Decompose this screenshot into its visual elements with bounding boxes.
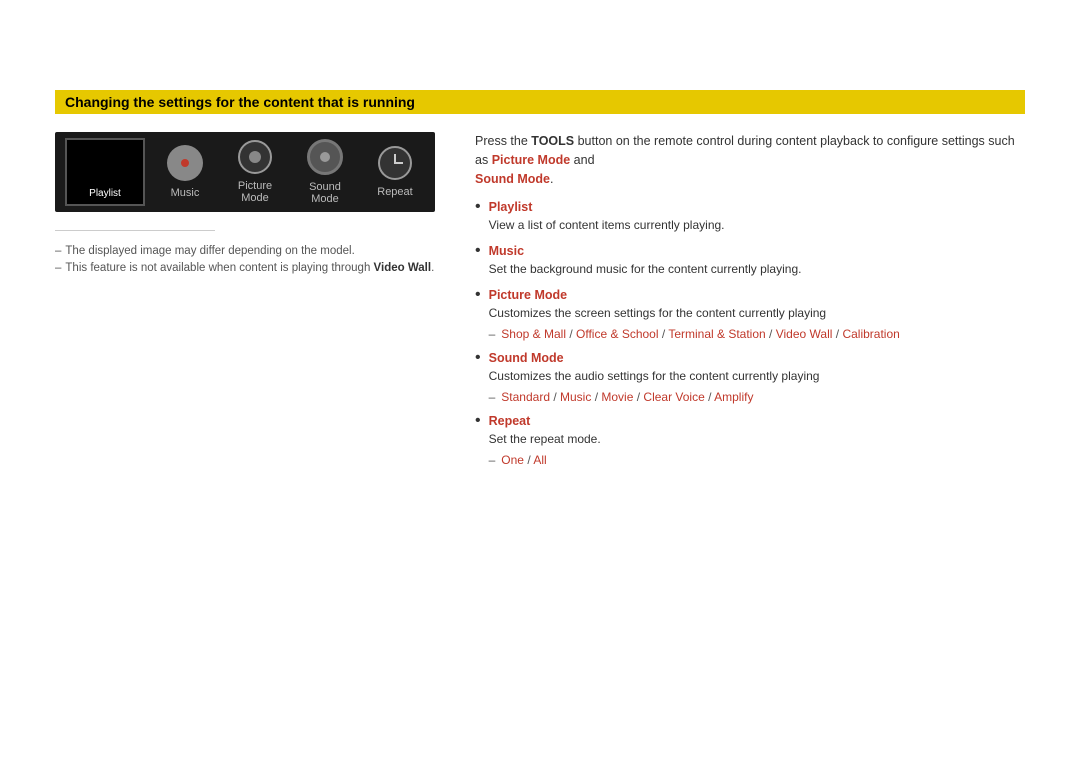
bullet-dot-music: • xyxy=(475,243,481,259)
repeat-sub: – One / All xyxy=(489,453,601,467)
picture-mode-options: Shop & Mall / Office & School / Terminal… xyxy=(501,327,900,341)
page-container: Changing the settings for the content th… xyxy=(0,0,1080,507)
note-2-prefix: This feature is not available when conte… xyxy=(65,262,373,274)
playlist-label: Playlist xyxy=(89,188,121,199)
intro-paragraph: Press the TOOLS button on the remote con… xyxy=(475,132,1025,188)
repeat-sub-dash: – xyxy=(489,453,496,467)
picture-mode-sub: – Shop & Mall / Office & School / Termin… xyxy=(489,327,900,341)
picture-mode-bullet-title: Picture Mode xyxy=(489,288,900,302)
picture-mode-content: Picture Mode Customizes the screen setti… xyxy=(489,288,900,341)
playlist-desc: View a list of content items currently p… xyxy=(489,216,725,234)
bullet-dot-playlist: • xyxy=(475,199,481,215)
sound-mode-options: Standard / Music / Movie / Clear Voice /… xyxy=(501,390,753,404)
repeat-label: Repeat xyxy=(377,186,412,198)
section-title: Changing the settings for the content th… xyxy=(55,90,1025,114)
list-item-repeat: • Repeat Set the repeat mode. – One / Al… xyxy=(475,414,1025,467)
note-1-text: The displayed image may differ depending… xyxy=(65,245,354,257)
player-music-item: Music xyxy=(155,145,215,199)
bullet-dot-repeat: • xyxy=(475,413,481,429)
opt-calibration: Calibration xyxy=(842,327,899,341)
disc-icon-container xyxy=(167,145,203,181)
player-sound-mode-item: Sound Mode xyxy=(295,139,355,205)
feature-list: • Playlist View a list of content items … xyxy=(475,200,1025,467)
opt-video-wall: Video Wall xyxy=(776,327,833,341)
sound-mode-ref: Sound Mode xyxy=(475,172,550,186)
list-item-sound-mode: • Sound Mode Customizes the audio settin… xyxy=(475,351,1025,404)
note-2-suffix: . xyxy=(431,262,434,274)
sound-mode-bullet-title: Sound Mode xyxy=(489,351,820,365)
intro-prefix: Press the xyxy=(475,134,531,148)
note-2-text: This feature is not available when conte… xyxy=(65,262,434,274)
picture-mode-ref: Picture Mode xyxy=(492,153,571,167)
sound-mode-label: Sound Mode xyxy=(295,181,355,205)
repeat-options: One / All xyxy=(501,453,546,467)
intro-suffix: . xyxy=(550,172,553,186)
opt-office-school: Office & School xyxy=(576,327,659,341)
bullet-dot-sound: • xyxy=(475,350,481,366)
bullet-dot-picture: • xyxy=(475,287,481,303)
note-1: – The displayed image may differ dependi… xyxy=(55,245,435,257)
sound-mode-content: Sound Mode Customizes the audio settings… xyxy=(489,351,820,404)
left-column: Playlist Music Picture Mode xyxy=(55,132,435,274)
opt-movie: Movie xyxy=(601,390,633,404)
intro-and: and xyxy=(570,153,594,167)
picture-mode-icon-container xyxy=(238,140,272,174)
music-label: Music xyxy=(171,187,200,199)
sound-mode-desc: Customizes the audio settings for the co… xyxy=(489,367,820,385)
tools-label: TOOLS xyxy=(531,134,574,148)
opt-clear-voice: Clear Voice xyxy=(643,390,704,404)
player-playlist-item: Playlist xyxy=(65,138,145,206)
opt-one: One xyxy=(501,453,524,467)
picture-mode-center xyxy=(249,151,261,163)
right-column: Press the TOOLS button on the remote con… xyxy=(475,132,1025,467)
opt-amplify: Amplify xyxy=(714,390,753,404)
picture-mode-desc: Customizes the screen settings for the c… xyxy=(489,304,900,322)
picture-mode-icon xyxy=(238,140,272,174)
music-desc: Set the background music for the content… xyxy=(489,260,802,278)
playlist-title: Playlist xyxy=(489,200,725,214)
opt-standard: Standard xyxy=(501,390,550,404)
music-disc-icon xyxy=(167,145,203,181)
playlist-content: Playlist View a list of content items cu… xyxy=(489,200,725,234)
two-column-layout: Playlist Music Picture Mode xyxy=(55,132,1025,467)
sound-mode-sub: – Standard / Music / Movie / Clear Voice… xyxy=(489,390,820,404)
player-picture-mode-item: Picture Mode xyxy=(225,140,285,204)
list-item-music: • Music Set the background music for the… xyxy=(475,244,1025,278)
picture-mode-label: Picture Mode xyxy=(225,180,285,204)
sound-mode-sub-dash: – xyxy=(489,390,496,404)
opt-shop-mall: Shop & Mall xyxy=(501,327,566,341)
opt-terminal: Terminal & Station xyxy=(668,327,765,341)
sound-mode-icon-container xyxy=(307,139,343,175)
opt-all: All xyxy=(533,453,546,467)
repeat-desc: Set the repeat mode. xyxy=(489,430,601,448)
section-divider xyxy=(55,230,215,231)
picture-mode-sub-dash: – xyxy=(489,327,496,341)
repeat-content: Repeat Set the repeat mode. – One / All xyxy=(489,414,601,467)
player-repeat-item: Repeat xyxy=(365,146,425,198)
player-ui: Playlist Music Picture Mode xyxy=(55,132,435,212)
repeat-icon-container xyxy=(378,146,412,180)
notes-section: – The displayed image may differ dependi… xyxy=(55,245,435,274)
list-item-playlist: • Playlist View a list of content items … xyxy=(475,200,1025,234)
repeat-bullet-title: Repeat xyxy=(489,414,601,428)
music-title: Music xyxy=(489,244,802,258)
music-content: Music Set the background music for the c… xyxy=(489,244,802,278)
opt-music: Music xyxy=(560,390,591,404)
note-2: – This feature is not available when con… xyxy=(55,262,435,274)
note-2-bold: Video Wall xyxy=(374,262,432,274)
repeat-icon xyxy=(378,146,412,180)
sound-mode-icon xyxy=(307,139,343,175)
list-item-picture-mode: • Picture Mode Customizes the screen set… xyxy=(475,288,1025,341)
